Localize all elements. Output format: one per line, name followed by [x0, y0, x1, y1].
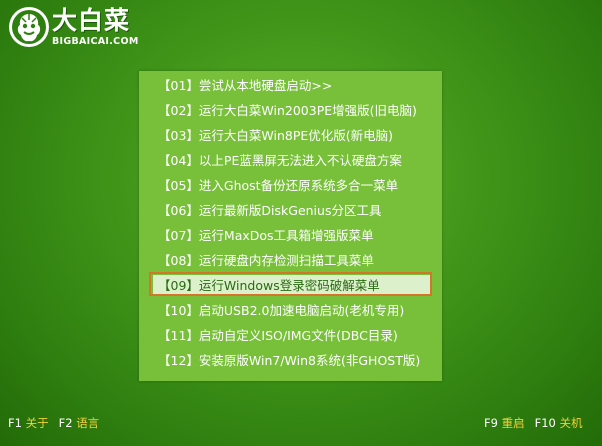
- hotkey-label-shutdown: 关机: [559, 416, 583, 430]
- menu-item-label: 【11】启动自定义ISO/IMG文件(DBC目录): [158, 328, 398, 343]
- menu-item-12[interactable]: 【12】安装原版Win7/Win8系统(非GHOST版): [139, 348, 442, 373]
- menu-item-02[interactable]: 【02】运行大白菜Win2003PE增强版(旧电脑): [139, 98, 442, 123]
- hotkey-key: F2: [58, 416, 73, 430]
- hotkey-key: F9: [484, 416, 498, 430]
- cabbage-icon: [9, 7, 49, 47]
- logo-name-cn: 大白菜: [52, 6, 131, 35]
- menu-item-08[interactable]: 【08】运行硬盘内存检测扫描工具菜单: [139, 248, 442, 273]
- hotkey-key: F1: [8, 416, 22, 430]
- menu-item-11[interactable]: 【11】启动自定义ISO/IMG文件(DBC目录): [139, 323, 442, 348]
- footer-right-hotkeys: F9 重启 F10 关机: [484, 415, 583, 431]
- f1-hotkey[interactable]: F1 关于: [8, 416, 49, 430]
- hotkey-label-language: 语言: [76, 416, 100, 430]
- menu-item-03[interactable]: 【03】运行大白菜Win8PE优化版(新电脑): [139, 123, 442, 148]
- f9-hotkey[interactable]: F9 重启: [484, 416, 525, 430]
- menu-item-label: 【06】运行最新版DiskGenius分区工具: [158, 203, 382, 218]
- menu-item-label: 【03】运行大白菜Win8PE优化版(新电脑): [158, 128, 394, 143]
- boot-menu: 【01】尝试从本地硬盘启动>> 【02】运行大白菜Win2003PE增强版(旧电…: [139, 71, 442, 381]
- logo-name-en: BIGBAICAI.COM: [52, 36, 139, 47]
- menu-item-label: 【12】安装原版Win7/Win8系统(非GHOST版): [158, 353, 421, 368]
- f10-hotkey[interactable]: F10 关机: [535, 416, 583, 430]
- menu-item-label: 【10】启动USB2.0加速电脑启动(老机专用): [158, 303, 405, 318]
- menu-item-01[interactable]: 【01】尝试从本地硬盘启动>>: [139, 73, 442, 98]
- logo: 大白菜 BIGBAICAI.COM: [6, 4, 146, 52]
- menu-item-07[interactable]: 【07】运行MaxDos工具箱增强版菜单: [139, 223, 442, 248]
- menu-item-label: 【01】尝试从本地硬盘启动>>: [158, 78, 333, 93]
- menu-item-label: 【07】运行MaxDos工具箱增强版菜单: [158, 228, 374, 243]
- menu-item-label: 【09】运行Windows登录密码破解菜单: [158, 278, 380, 293]
- footer-left-hotkeys: F1 关于 F2 语言: [8, 415, 99, 431]
- menu-item-06[interactable]: 【06】运行最新版DiskGenius分区工具: [139, 198, 442, 223]
- menu-item-09-selected[interactable]: 【09】运行Windows登录密码破解菜单: [139, 272, 442, 298]
- menu-item-10[interactable]: 【10】启动USB2.0加速电脑启动(老机专用): [139, 298, 442, 323]
- f2-hotkey[interactable]: F2 语言: [59, 416, 100, 430]
- hotkey-key: F10: [534, 416, 556, 430]
- menu-item-label: 【05】进入Ghost备份还原系统多合一菜单: [158, 178, 399, 193]
- menu-item-04[interactable]: 【04】以上PE蓝黑屏无法进入不认硬盘方案: [139, 148, 442, 173]
- menu-item-label: 【08】运行硬盘内存检测扫描工具菜单: [158, 253, 374, 268]
- hotkey-label-about: 关于: [25, 416, 49, 430]
- menu-item-label: 【02】运行大白菜Win2003PE增强版(旧电脑): [158, 103, 417, 118]
- hotkey-label-reboot: 重启: [501, 416, 525, 430]
- menu-item-05[interactable]: 【05】进入Ghost备份还原系统多合一菜单: [139, 173, 442, 198]
- menu-item-label: 【04】以上PE蓝黑屏无法进入不认硬盘方案: [158, 153, 402, 168]
